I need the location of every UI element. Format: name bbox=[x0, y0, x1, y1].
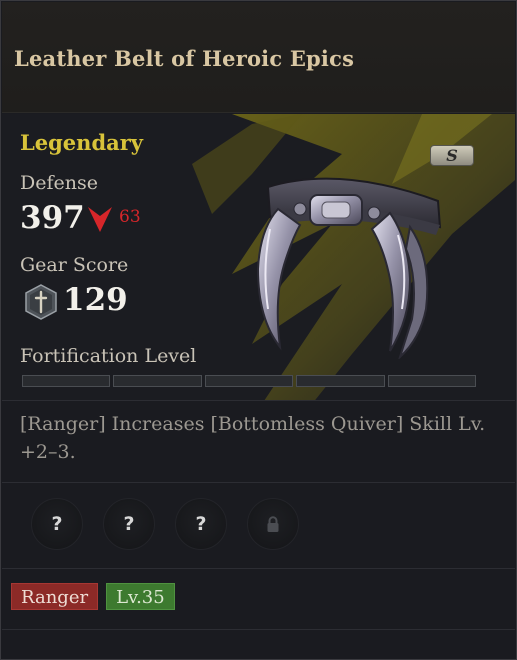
item-tooltip: Leather Belt of Heroic Epics Legendary S… bbox=[0, 0, 517, 660]
slot-badge: S bbox=[430, 145, 474, 166]
class-tag: Ranger bbox=[11, 583, 99, 610]
fortification-progress-bar bbox=[22, 375, 477, 387]
lock-icon bbox=[267, 515, 279, 532]
belt-item-image bbox=[256, 177, 442, 359]
socket-slot-locked[interactable] bbox=[247, 498, 299, 550]
decrease-arrow-icon bbox=[88, 207, 112, 232]
socket-row: ? ? ? bbox=[31, 498, 299, 550]
defense-value: 397 bbox=[20, 200, 85, 236]
divider bbox=[2, 482, 515, 483]
gear-score-value: 129 bbox=[63, 282, 128, 318]
requirement-tags: Ranger Lv.35 bbox=[11, 583, 175, 610]
skill-description: [Ranger] Increases [Bottomless Quiver] S… bbox=[20, 413, 486, 463]
fortification-segment bbox=[387, 375, 477, 387]
socket-slot[interactable]: ? bbox=[175, 498, 227, 550]
question-mark-icon: ? bbox=[51, 513, 63, 535]
stats-panel: Legendary S Defense 397 63 Gear Score 12… bbox=[2, 114, 515, 400]
socket-slot[interactable]: ? bbox=[31, 498, 83, 550]
divider bbox=[2, 400, 515, 401]
question-mark-icon: ? bbox=[195, 513, 207, 535]
fortification-segment bbox=[296, 375, 385, 387]
divider bbox=[2, 629, 515, 630]
fortification-segment bbox=[113, 375, 202, 387]
fortification-label: Fortification Level bbox=[20, 345, 197, 367]
item-name: Leather Belt of Heroic Epics bbox=[14, 46, 355, 71]
defense-difference: 63 bbox=[119, 207, 141, 227]
socket-slot[interactable]: ? bbox=[103, 498, 155, 550]
gear-score-icon bbox=[25, 284, 57, 320]
tooltip-header: Leather Belt of Heroic Epics bbox=[2, 2, 515, 113]
item-grade: Legendary bbox=[20, 130, 143, 155]
fortification-segment bbox=[22, 375, 111, 387]
level-tag: Lv.35 bbox=[106, 583, 175, 610]
divider bbox=[2, 568, 515, 569]
fortification-segment bbox=[204, 375, 294, 387]
defense-label: Defense bbox=[20, 172, 98, 194]
question-mark-icon: ? bbox=[123, 513, 135, 535]
gear-score-label: Gear Score bbox=[20, 254, 129, 276]
